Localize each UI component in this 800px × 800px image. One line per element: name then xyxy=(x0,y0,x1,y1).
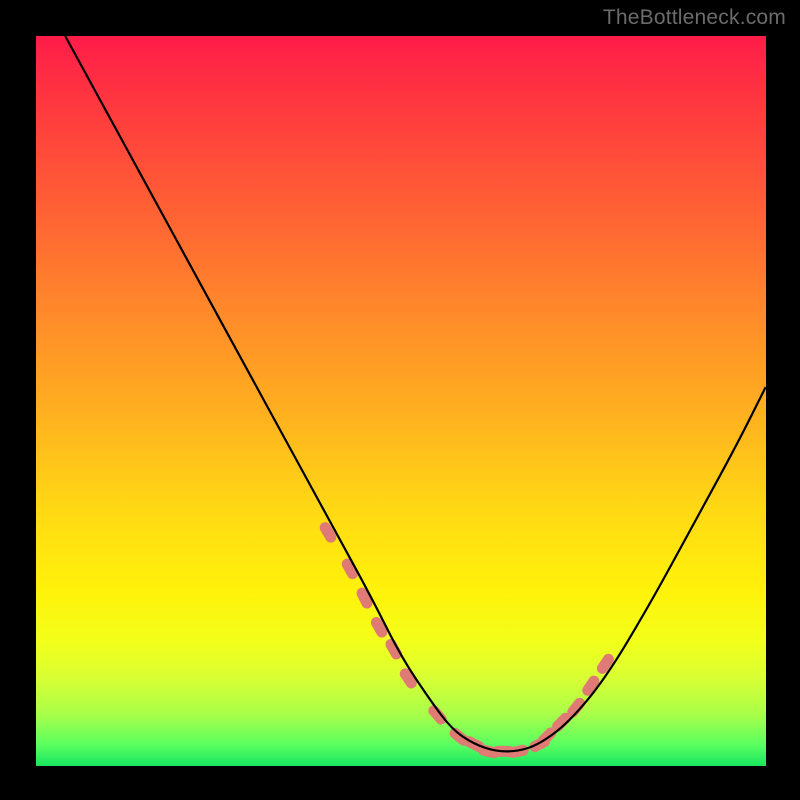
highlight-points-group xyxy=(318,520,616,759)
bottleneck-curve xyxy=(65,36,766,751)
plot-area xyxy=(36,36,766,766)
curve-layer xyxy=(36,36,766,766)
chart-frame: TheBottleneck.com xyxy=(0,0,800,800)
highlight-pill xyxy=(426,703,449,727)
watermark-text: TheBottleneck.com xyxy=(603,6,786,30)
